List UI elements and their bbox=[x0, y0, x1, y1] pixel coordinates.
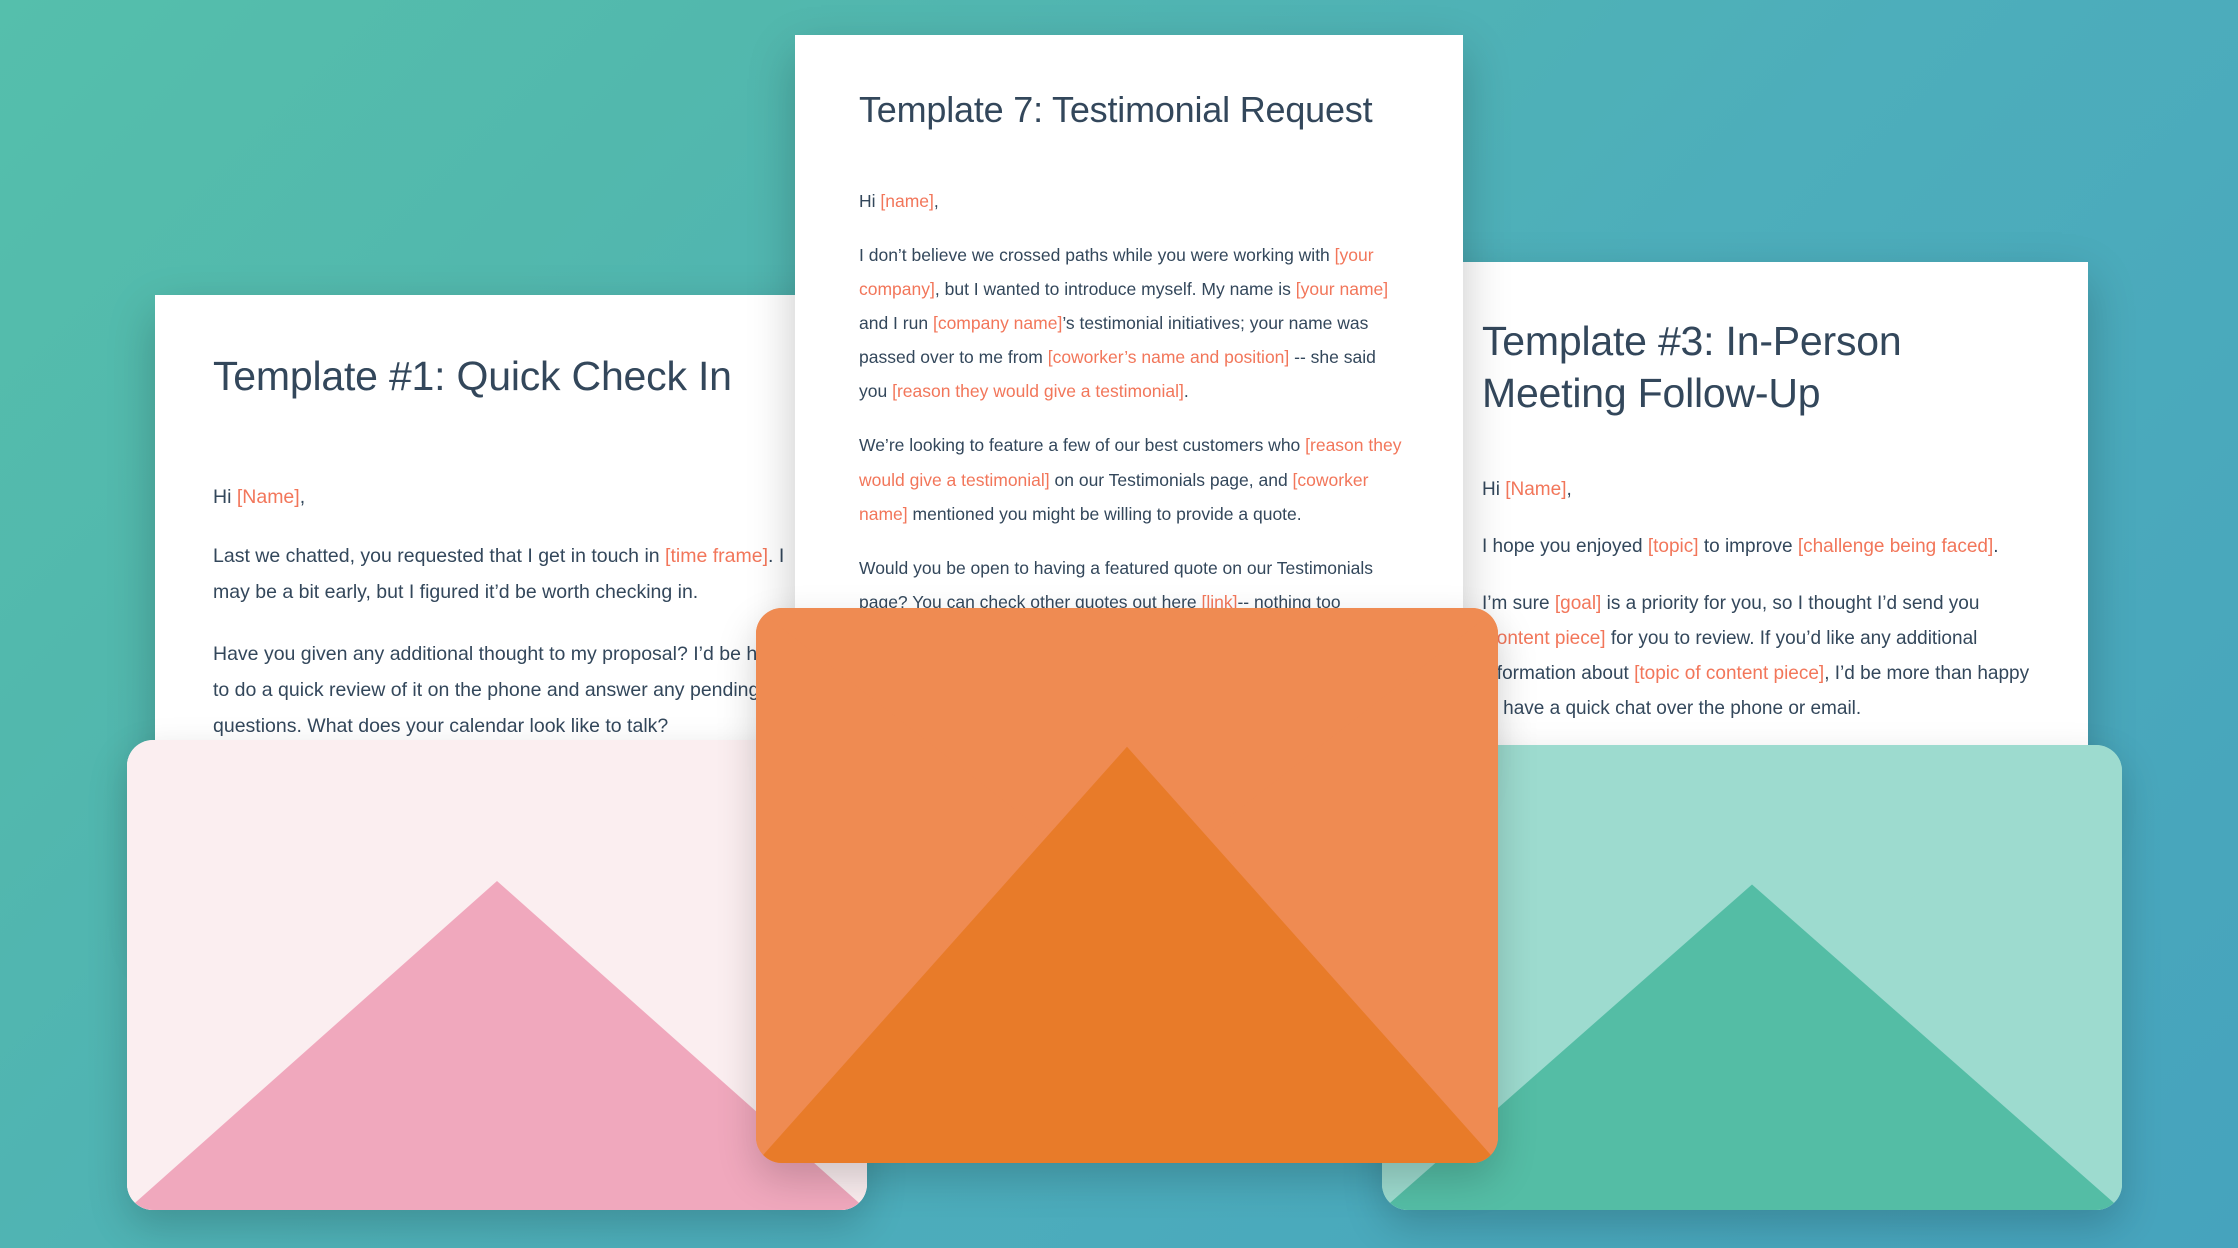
text-run: . bbox=[1183, 381, 1189, 402]
greeting-hi: Hi bbox=[859, 191, 881, 211]
text-run: I hope you enjoyed bbox=[1482, 535, 1648, 557]
paragraph: I hope you enjoyed [topic] to improve [c… bbox=[1482, 529, 2032, 564]
placeholder-token: [coworker’s name and position] bbox=[1047, 347, 1290, 368]
page-title: Template #1: Quick Check In bbox=[213, 353, 732, 399]
greeting-line: Hi [Name], bbox=[1482, 473, 2032, 506]
greeting-comma: , bbox=[1566, 479, 1572, 501]
placeholder-token: [company name] bbox=[932, 313, 1063, 333]
placeholder-token: [Name] bbox=[1505, 479, 1567, 501]
greeting-line: Hi [Name], bbox=[213, 480, 812, 514]
placeholder-token: [reason they would give a testimonial] bbox=[892, 381, 1184, 402]
text-run: I don’t believe we crossed paths while y… bbox=[859, 244, 1335, 265]
text-run: mentioned you might be willing to provid… bbox=[907, 503, 1302, 524]
paragraph: Have you given any additional thought to… bbox=[213, 642, 800, 737]
placeholder-token: [time frame] bbox=[665, 545, 768, 568]
placeholder-token: [name] bbox=[880, 191, 934, 211]
placeholder-token: [topic] bbox=[1647, 535, 1699, 557]
text-run: on our Testimonials page, and bbox=[1049, 469, 1293, 490]
greeting-hi: Hi bbox=[213, 486, 237, 509]
page-title: Template #3: In-Person Meeting Follow-Up bbox=[1482, 318, 1902, 416]
text-run: We’re looking to feature a few of our be… bbox=[859, 435, 1306, 456]
greeting-hi: Hi bbox=[1482, 479, 1506, 501]
placeholder-token: [content piece] bbox=[1482, 627, 1606, 649]
text-run: Last we chatted, you requested that I ge… bbox=[213, 545, 666, 568]
orange-envelope bbox=[756, 608, 1498, 1163]
page-title: Template 7: Testimonial Request bbox=[859, 89, 1373, 130]
paragraph: I’m sure [goal] is a priority for you, s… bbox=[1482, 586, 2032, 727]
paragraph: I don’t believe we crossed paths while y… bbox=[859, 238, 1405, 409]
scene: Template #1: Quick Check In Hi [Name], L… bbox=[0, 0, 2238, 1248]
text-run: to improve bbox=[1698, 535, 1798, 557]
placeholder-token: [Name] bbox=[236, 486, 300, 509]
greeting-comma: , bbox=[299, 486, 306, 509]
text-run: . bbox=[1993, 535, 1999, 557]
greeting-comma: , bbox=[933, 191, 939, 211]
text-run: is a priority for you, so I thought I’d … bbox=[1601, 592, 1980, 614]
paragraph: We’re looking to feature a few of our be… bbox=[859, 428, 1405, 530]
placeholder-token: [your name] bbox=[1295, 278, 1389, 299]
placeholder-token: [goal] bbox=[1554, 592, 1602, 614]
text-run: and I run bbox=[859, 313, 933, 333]
paragraph: Last we chatted, you requested that I ge… bbox=[213, 538, 812, 610]
text-run: , but I wanted to introduce myself. My n… bbox=[934, 278, 1296, 299]
placeholder-token: [topic of content piece] bbox=[1634, 662, 1825, 684]
placeholder-token: [challenge being faced] bbox=[1797, 535, 1994, 557]
greeting-line: Hi [name], bbox=[859, 187, 1405, 217]
